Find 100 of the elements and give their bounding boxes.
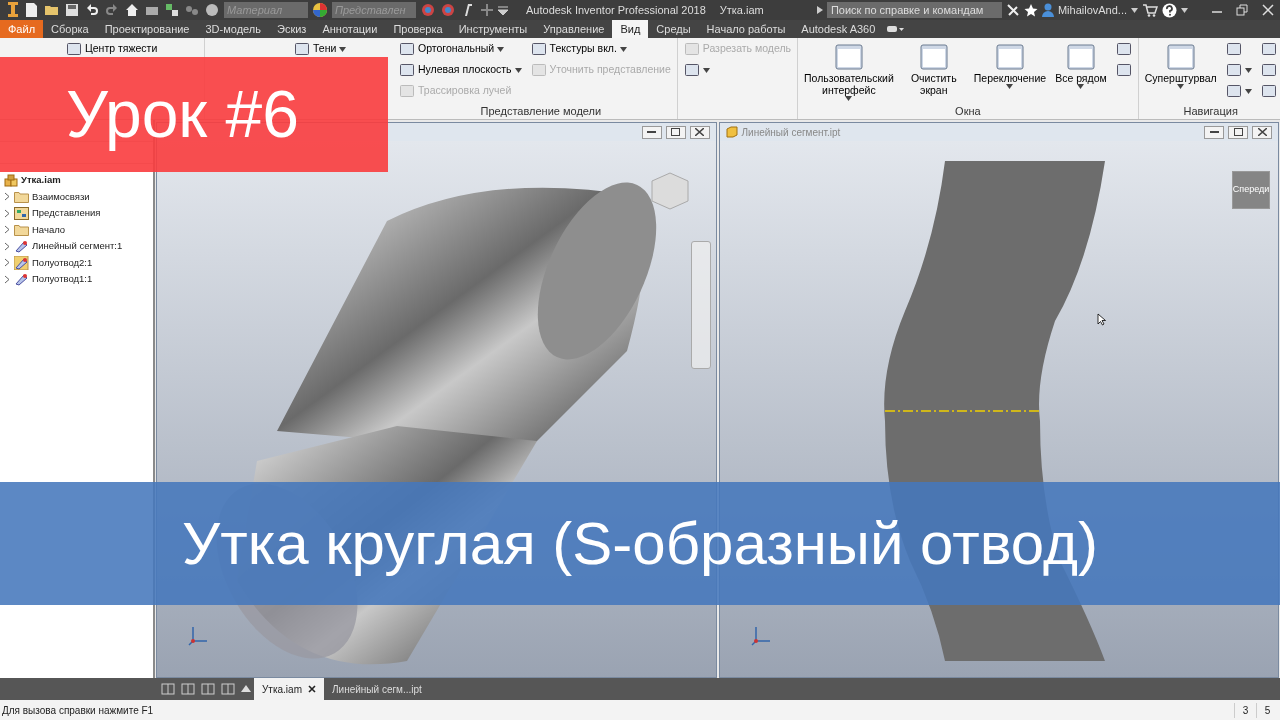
ribbon-button[interactable]: Переключение <box>971 40 1049 104</box>
maximize-icon <box>671 128 680 136</box>
tool-icon <box>918 42 949 72</box>
save-icon[interactable] <box>64 2 80 18</box>
status-text: Для вызова справки нажмите F1 <box>2 703 154 718</box>
play-icon[interactable] <box>816 6 823 14</box>
views-icon <box>14 206 29 220</box>
ribbon-button[interactable]: Тени <box>292 40 392 58</box>
caret-icon <box>619 46 627 52</box>
star-icon[interactable] <box>1023 3 1038 17</box>
ribbon-tab[interactable]: Вид <box>612 20 649 38</box>
ribbon-tab[interactable]: 3D-модель <box>197 20 269 38</box>
document-tab[interactable]: Линейный сегм...ipt <box>324 678 430 700</box>
window-icon <box>1260 83 1277 99</box>
window-icon <box>1260 41 1277 57</box>
caret-icon <box>702 67 710 73</box>
part-file-icon <box>725 126 738 138</box>
window-icon <box>1225 41 1242 57</box>
caret-icon <box>1131 7 1138 13</box>
caret-icon <box>1244 88 1252 94</box>
tree-item[interactable]: Начало <box>32 222 66 237</box>
tool-icon <box>399 62 415 78</box>
ribbon-button[interactable]: Суперштурвал <box>1142 40 1219 103</box>
help-icon[interactable] <box>1162 2 1177 18</box>
caret-icon <box>1077 84 1085 90</box>
new-document-icon[interactable] <box>24 2 40 18</box>
ribbon-tab[interactable]: Среды <box>648 20 699 38</box>
maximize-button[interactable] <box>665 125 686 139</box>
caret-icon <box>1006 84 1014 90</box>
minimize-icon <box>1209 131 1219 133</box>
search-field[interactable]: Поиск по справке и командам <box>826 2 1002 18</box>
restore-icon[interactable] <box>1236 4 1248 16</box>
ribbon-tab[interactable]: Autodesk A360 <box>793 20 884 38</box>
cart-icon[interactable] <box>1142 3 1158 17</box>
tree-item[interactable]: Полуотвод2:1 <box>32 255 93 270</box>
user-menu[interactable]: MihailovAnd... <box>1041 1 1127 19</box>
clear-color-icon[interactable] <box>440 2 456 18</box>
close-icon <box>695 128 704 136</box>
banner-title: Утка круглая (S-образный отвод) <box>182 508 1098 579</box>
ribbon-button[interactable]: Пользовательский интерфейс <box>802 40 896 104</box>
ribbon-tab[interactable]: Проектирование <box>96 20 198 38</box>
folder-icon <box>14 190 29 203</box>
viewport-title: Линейный сегмент.ipt <box>741 125 841 140</box>
ribbon-tab[interactable]: Начало работы <box>698 20 794 38</box>
tree-item[interactable]: Взаимосвязи <box>32 189 90 204</box>
close-button[interactable] <box>1252 125 1272 139</box>
minimize-button[interactable] <box>1204 125 1224 139</box>
tree-item[interactable]: Линейный сегмент:1 <box>32 239 123 254</box>
caret-icon <box>1244 67 1252 73</box>
ribbon-tab[interactable]: Эскиз <box>269 20 315 38</box>
tool-icon <box>66 41 82 57</box>
view-cube[interactable]: Спереди <box>1232 171 1270 209</box>
tool-icon <box>399 41 415 57</box>
close-icon <box>308 685 316 693</box>
close-icon[interactable] <box>1262 4 1274 16</box>
customize-icon[interactable] <box>498 5 508 15</box>
tree-item[interactable]: Представления <box>32 206 101 221</box>
cube-stack-icon[interactable] <box>164 2 180 18</box>
tool-icon <box>399 83 415 99</box>
panel-title[interactable]: Представление модели <box>480 102 602 120</box>
window-icon <box>1115 41 1132 57</box>
status-field: 3 <box>1234 702 1256 718</box>
ribbon-tab[interactable]: Проверка <box>385 20 451 38</box>
panel-title[interactable]: Окна <box>955 102 981 120</box>
ribbon-tab[interactable]: Сборка <box>43 20 97 38</box>
part-icon <box>14 239 29 254</box>
document-tab[interactable]: Утка.iam <box>254 678 324 700</box>
ribbon-button[interactable]: Очистить экран <box>900 40 967 104</box>
ribbon-button[interactable]: Центр тяжести <box>64 40 160 58</box>
color-wheel-icon[interactable] <box>312 2 328 18</box>
window-icon <box>1225 62 1242 78</box>
ribbon-button[interactable]: Все рядом <box>1053 40 1109 104</box>
tool-icon <box>994 42 1025 72</box>
folder-icon <box>14 223 29 236</box>
tree-item[interactable]: Полуотвод1:1 <box>32 272 93 287</box>
color-picker-icon[interactable] <box>420 2 436 18</box>
tool-icon <box>294 41 310 57</box>
grounded-part-icon <box>14 255 29 270</box>
minimize-button[interactable] <box>641 125 662 139</box>
ribbon-button[interactable]: Ортогональный <box>397 40 524 58</box>
tool-icon <box>683 41 700 57</box>
document-name: Утка.iam <box>719 2 764 18</box>
ribbon-button[interactable]: Нулевая плоскость <box>397 61 524 79</box>
tool-icon <box>833 42 864 72</box>
ribbon-tab[interactable]: Инструменты <box>450 20 536 38</box>
maximize-button[interactable] <box>1228 125 1248 139</box>
maximize-icon <box>1233 128 1243 136</box>
tree-item[interactable]: Утка.iam <box>21 173 61 188</box>
ribbon-button[interactable]: Текстуры вкл. <box>528 40 673 58</box>
plus-icon[interactable] <box>480 3 494 17</box>
sphere-icon[interactable] <box>204 2 220 18</box>
close-button[interactable] <box>689 125 710 139</box>
ribbon-tab[interactable]: Управление <box>535 20 613 38</box>
ribbon-tab[interactable]: Аннотации <box>314 20 386 38</box>
window-icon <box>1225 83 1242 99</box>
lesson-banner: Урок #6 <box>0 57 388 172</box>
home-icon[interactable] <box>124 2 140 18</box>
caret-icon <box>845 96 853 102</box>
assembly-icon <box>4 173 18 187</box>
panel-title[interactable]: Навигация <box>1183 102 1238 120</box>
